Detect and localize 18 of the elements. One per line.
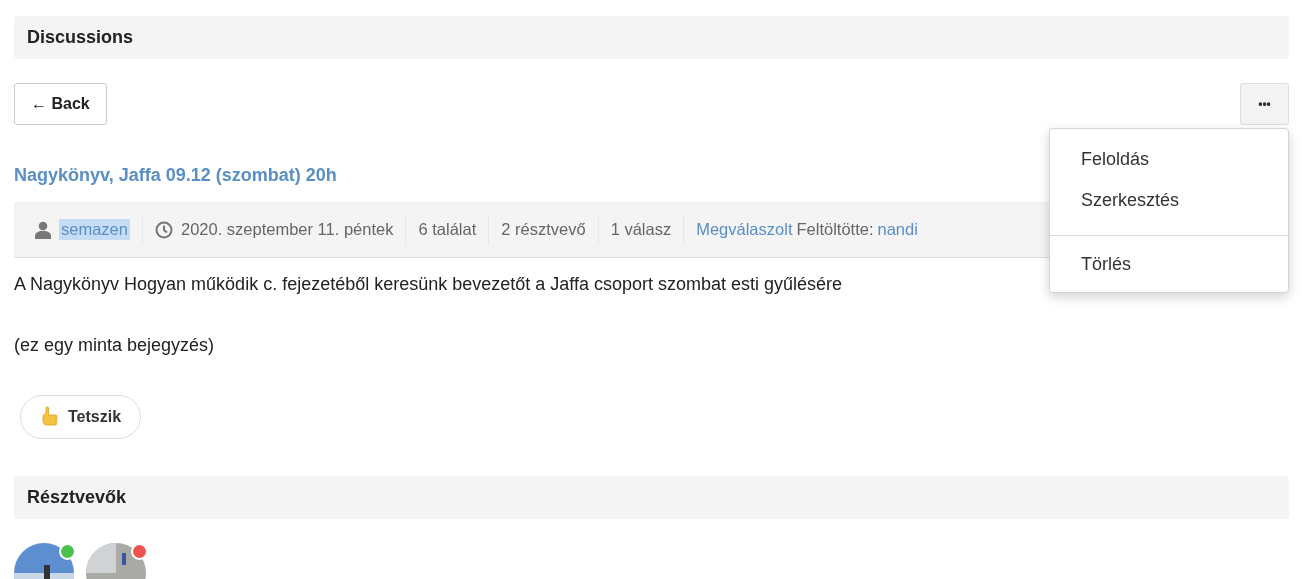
meta-count: 6 találat <box>418 220 477 239</box>
post-text: A Nagykönyv Hogyan működik c. fejezetéből keresünk bevezetőt a Jaffa csoport szombat esti gyűlésére <box>14 274 844 296</box>
thumbs-up-icon <box>41 406 59 428</box>
menu-item[interactable]: Szerkesztés <box>1050 180 1288 221</box>
uploader-label: Feltöltötte: <box>796 220 874 239</box>
meta-count: 2 résztvevő <box>501 220 586 239</box>
section-title: Discussions <box>27 27 134 48</box>
menu-item[interactable]: Feloldás <box>1050 139 1288 180</box>
like-button[interactable]: Tetszik <box>20 395 142 439</box>
post-date: 2020. szeptember 11. péntek <box>180 220 394 239</box>
section-title: Résztvevők <box>27 487 127 508</box>
user-icon <box>35 220 51 239</box>
menu-item[interactable]: Törlés <box>1050 244 1288 285</box>
clock-icon <box>154 220 173 239</box>
back-button[interactable]: ← Back <box>14 83 107 125</box>
post-text: (ez egy minta bejegyzés) <box>14 335 216 357</box>
meta-count: 1 válasz <box>610 220 672 239</box>
more-button[interactable]: ••• <box>1240 83 1289 125</box>
